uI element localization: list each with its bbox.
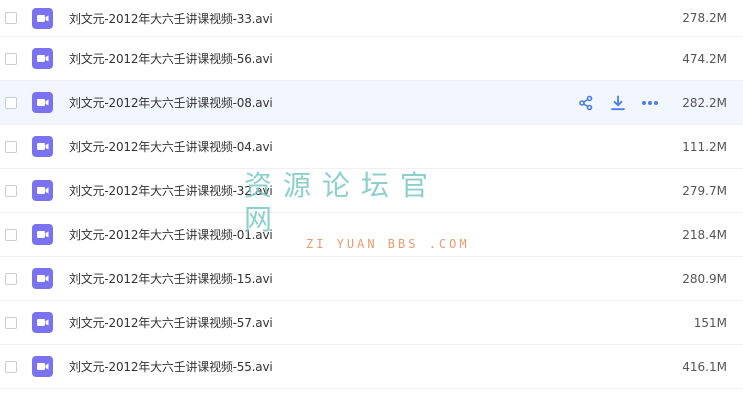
file-row[interactable]: 刘文元-2012年大六壬讲课视频-08.avi 282.2M xyxy=(0,81,743,125)
file-name[interactable]: 刘文元-2012年大六壬讲课视频-56.avi xyxy=(69,50,273,67)
file-size: 280.9M xyxy=(682,271,727,286)
file-name[interactable]: 刘文元-2012年大六壬讲课视频-32.avi xyxy=(69,182,273,199)
video-file-icon xyxy=(32,180,53,201)
file-size: 282.2M xyxy=(682,95,727,110)
video-file-icon xyxy=(32,224,53,245)
row-actions xyxy=(576,93,672,113)
file-row[interactable]: 刘文元-2012年大六壬讲课视频-01.avi 218.4M xyxy=(0,213,743,257)
file-name[interactable]: 刘文元-2012年大六壬讲课视频-57.avi xyxy=(69,314,273,331)
row-checkbox[interactable] xyxy=(5,316,17,329)
video-file-icon xyxy=(32,7,53,29)
file-size: 151M xyxy=(693,315,727,330)
download-icon[interactable] xyxy=(608,93,628,113)
file-row[interactable]: 刘文元-2012年大六壬讲课视频-56.avi 474.2M xyxy=(0,37,743,81)
file-row[interactable]: 刘文元-2012年大六壬讲课视频-57.avi 151M xyxy=(0,301,743,345)
row-checkbox[interactable] xyxy=(5,52,17,65)
file-name[interactable]: 刘文元-2012年大六壬讲课视频-01.avi xyxy=(69,226,273,243)
video-file-icon xyxy=(32,136,53,157)
file-name[interactable]: 刘文元-2012年大六壬讲课视频-55.avi xyxy=(69,358,273,375)
row-checkbox[interactable] xyxy=(5,12,17,24)
row-checkbox[interactable] xyxy=(5,228,17,241)
file-row[interactable]: 刘文元-2012年大六壬讲课视频-04.avi 111.2M xyxy=(0,125,743,169)
file-name[interactable]: 刘文元-2012年大六壬讲课视频-15.avi xyxy=(69,270,273,287)
file-row[interactable]: 刘文元-2012年大六壬讲课视频-33.avi 278.2M xyxy=(0,0,743,37)
file-row[interactable]: 刘文元-2012年大六壬讲课视频-55.avi 416.1M xyxy=(0,345,743,389)
video-file-icon xyxy=(32,312,53,333)
row-checkbox[interactable] xyxy=(5,184,17,197)
share-icon[interactable] xyxy=(576,93,596,113)
row-checkbox[interactable] xyxy=(5,360,17,373)
file-size: 416.1M xyxy=(682,359,727,374)
file-size: 111.2M xyxy=(682,139,727,154)
file-size: 218.4M xyxy=(682,227,727,242)
video-file-icon xyxy=(32,356,53,377)
file-row[interactable]: 刘文元-2012年大六壬讲课视频-15.avi 280.9M xyxy=(0,257,743,301)
file-size: 474.2M xyxy=(682,51,727,66)
video-file-icon xyxy=(32,92,53,113)
video-file-icon xyxy=(32,48,53,69)
row-checkbox[interactable] xyxy=(5,140,17,153)
row-checkbox[interactable] xyxy=(5,96,17,109)
file-size: 278.2M xyxy=(682,11,727,25)
file-size: 279.7M xyxy=(682,183,727,198)
more-icon[interactable] xyxy=(640,93,660,113)
file-name[interactable]: 刘文元-2012年大六壬讲课视频-08.avi xyxy=(69,94,273,111)
video-file-icon xyxy=(32,268,53,289)
file-name[interactable]: 刘文元-2012年大六壬讲课视频-33.avi xyxy=(69,10,273,27)
row-checkbox[interactable] xyxy=(5,272,17,285)
file-row[interactable]: 刘文元-2012年大六壬讲课视频-32.avi 279.7M xyxy=(0,169,743,213)
file-name[interactable]: 刘文元-2012年大六壬讲课视频-04.avi xyxy=(69,138,273,155)
file-list: 刘文元-2012年大六壬讲课视频-33.avi 278.2M 刘文元-2012年大六… xyxy=(0,0,743,396)
